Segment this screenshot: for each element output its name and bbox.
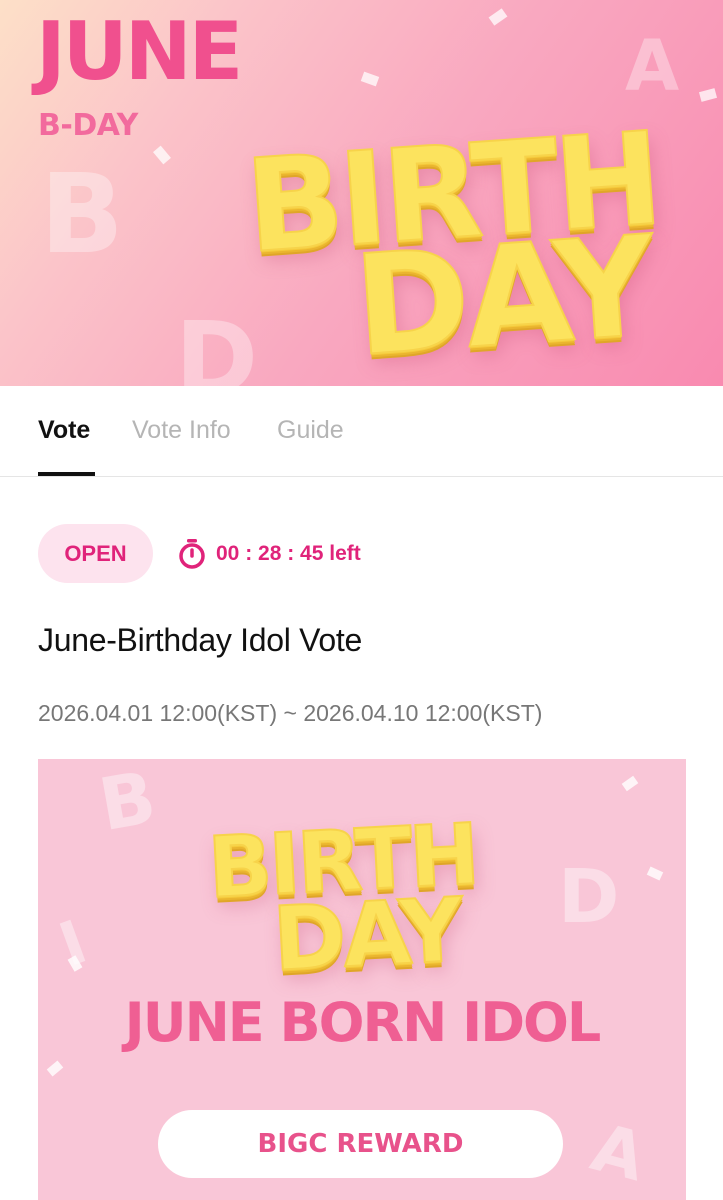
ghost-letter-a: A	[625, 25, 680, 107]
event-balloon-day: DAY	[269, 877, 464, 992]
ghost-letter-d: D	[175, 300, 259, 386]
reward-button[interactable]: BIGC REWARD	[158, 1110, 563, 1178]
ghost-letter-d: D	[558, 854, 620, 940]
confetti-piece	[360, 71, 380, 87]
confetti-piece	[153, 145, 171, 165]
event-banner[interactable]: B D A I BIRTH DAY JUNE BORN IDOL BIGC RE…	[38, 759, 686, 1200]
vote-period: 2026.04.01 12:00(KST) ~ 2026.04.10 12:00…	[38, 700, 543, 726]
tab-vote-info[interactable]: Vote Info	[132, 416, 231, 445]
hero-month-title: JUNE	[36, 5, 243, 98]
confetti-piece	[46, 1060, 64, 1077]
hero-banner: B D A JUNE B-DAY BIRTH DAY	[0, 0, 723, 386]
countdown-text: 00 : 28 : 45 left	[216, 542, 361, 565]
hero-subtitle: B-DAY	[38, 108, 138, 143]
tab-vote[interactable]: Vote	[38, 416, 90, 445]
vote-title: June-Birthday Idol Vote	[38, 622, 362, 658]
confetti-piece	[646, 866, 664, 881]
ghost-letter-b: B	[40, 150, 124, 278]
ghost-letter-a: A	[583, 1108, 654, 1197]
tab-guide[interactable]: Guide	[277, 416, 344, 445]
confetti-piece	[698, 88, 718, 102]
tab-bar: Vote Vote Info Guide	[0, 386, 723, 477]
confetti-piece	[621, 775, 639, 792]
status-badge: OPEN	[38, 524, 153, 583]
countdown-timer: 00 : 28 : 45 left	[178, 538, 361, 570]
stopwatch-icon	[178, 539, 206, 569]
ghost-letter-b: B	[93, 759, 162, 848]
event-headline: JUNE BORN IDOL	[124, 991, 602, 1054]
active-tab-indicator	[38, 472, 95, 476]
hero-balloon-day: DAY	[349, 205, 658, 386]
confetti-piece	[488, 8, 508, 26]
